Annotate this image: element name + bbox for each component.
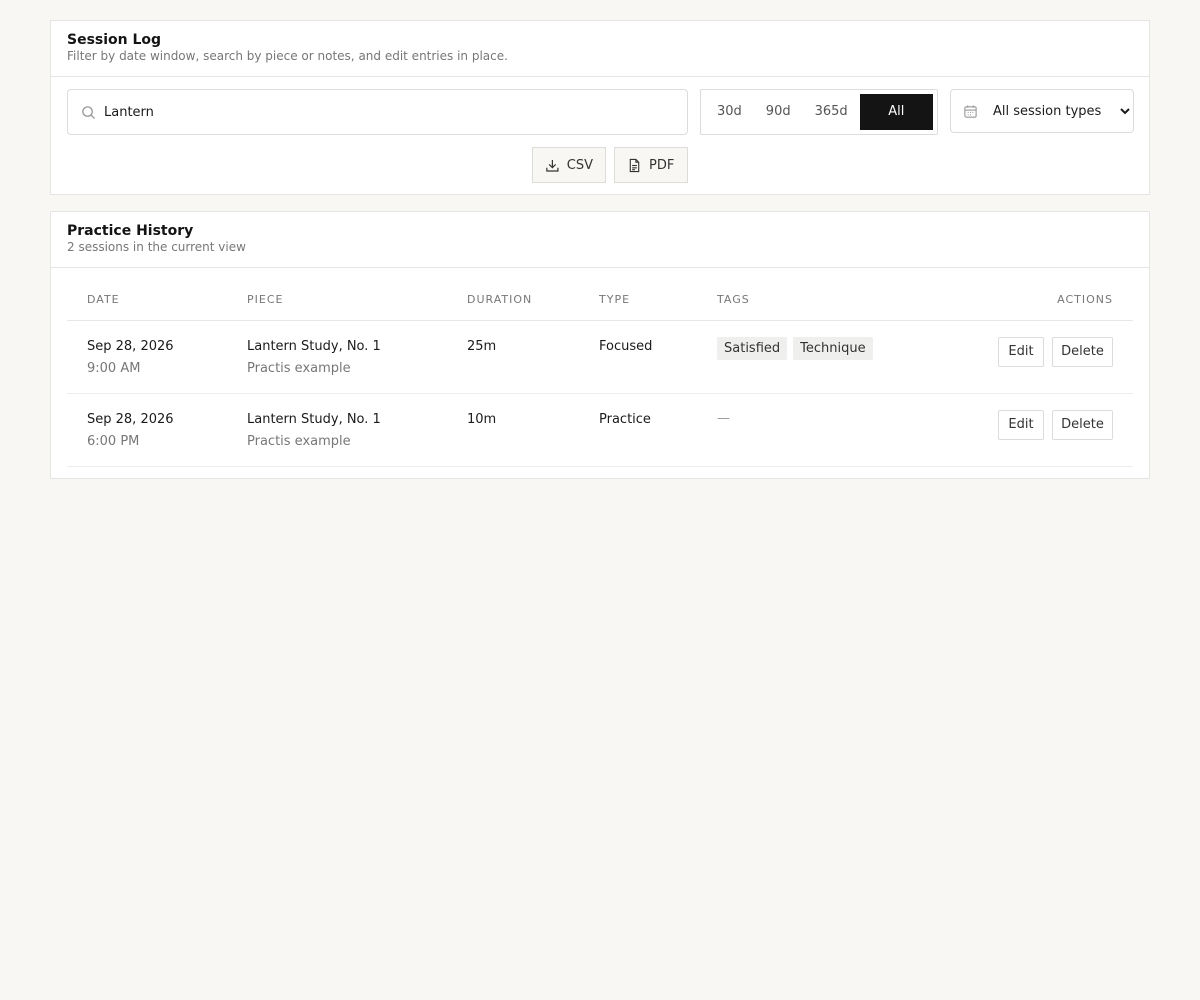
column-date: DATE [87,293,120,306]
piece-title: Lantern Study, No. 1 [247,412,381,427]
edit-session-button[interactable]: Edit [998,337,1044,367]
tag-badge: Satisfied [717,337,788,360]
table-header: DATE PIECE DURATION TYPE TAGS ACTIONS [67,268,1133,321]
session-duration: 25m [467,339,497,354]
search-box[interactable] [67,89,688,135]
session-log-title: Session Log [67,32,162,48]
session-log-card: Session Log Filter by date window, searc… [50,20,1150,195]
practice-history-subtitle: 2 sessions in the current view [67,240,246,254]
export-csv-button[interactable]: CSV [532,147,606,183]
download-icon [546,159,559,172]
tag-badge: Technique [793,337,873,360]
session-type-select[interactable]: All session types [989,90,1133,132]
session-type-filter[interactable]: All session types [950,89,1134,133]
session-duration: 10m [467,412,497,427]
session-date: Sep 28, 2026 [87,412,174,427]
search-icon [82,106,96,120]
table-row: Sep 28, 2026 9:00 AM Lantern Study, No. … [67,321,1133,394]
history-table: DATE PIECE DURATION TYPE TAGS ACTIONS Se… [67,268,1133,467]
range-90d-button[interactable]: 90d [754,94,803,130]
range-30d-button[interactable]: 30d [705,94,754,130]
column-actions: ACTIONS [1057,293,1113,306]
export-pdf-label: PDF [649,157,675,173]
column-tags: TAGS [717,293,750,306]
session-log-header: Session Log Filter by date window, searc… [51,21,1149,77]
session-time: 6:00 PM [87,434,140,449]
practice-history-header: Practice History 2 sessions in the curre… [51,212,1149,268]
table-row: Sep 28, 2026 6:00 PM Lantern Study, No. … [67,394,1133,467]
practice-history-title: Practice History [67,223,194,239]
filter-bar: 30d 90d 365d All time All session types [51,77,1149,195]
column-duration: DURATION [467,293,533,306]
piece-composer: Practis example [247,434,351,449]
delete-session-button[interactable]: Delete [1052,410,1113,440]
session-type: Practice [599,412,651,427]
column-type: TYPE [599,293,631,306]
date-range-toggle: 30d 90d 365d All time [700,89,938,155]
piece-composer: Practis example [247,361,351,376]
session-type: Focused [599,339,653,354]
practice-history-card: Practice History 2 sessions in the curre… [50,211,1150,479]
document-icon [629,158,640,172]
range-365d-button[interactable]: 365d [803,94,860,130]
session-log-subtitle: Filter by date window, search by piece o… [67,49,508,63]
no-tags-placeholder: — [717,411,730,426]
calendar-icon [964,105,977,118]
delete-session-button[interactable]: Delete [1052,337,1113,367]
search-input[interactable] [104,90,674,134]
tag-list: Satisfied Technique [717,337,873,360]
edit-session-button[interactable]: Edit [998,410,1044,440]
piece-title: Lantern Study, No. 1 [247,339,381,354]
column-piece: PIECE [247,293,284,306]
session-date: Sep 28, 2026 [87,339,174,354]
session-time: 9:00 AM [87,361,141,376]
export-csv-label: CSV [566,157,593,173]
range-all-time-button[interactable]: All time [859,94,933,155]
export-pdf-button[interactable]: PDF [614,147,688,183]
